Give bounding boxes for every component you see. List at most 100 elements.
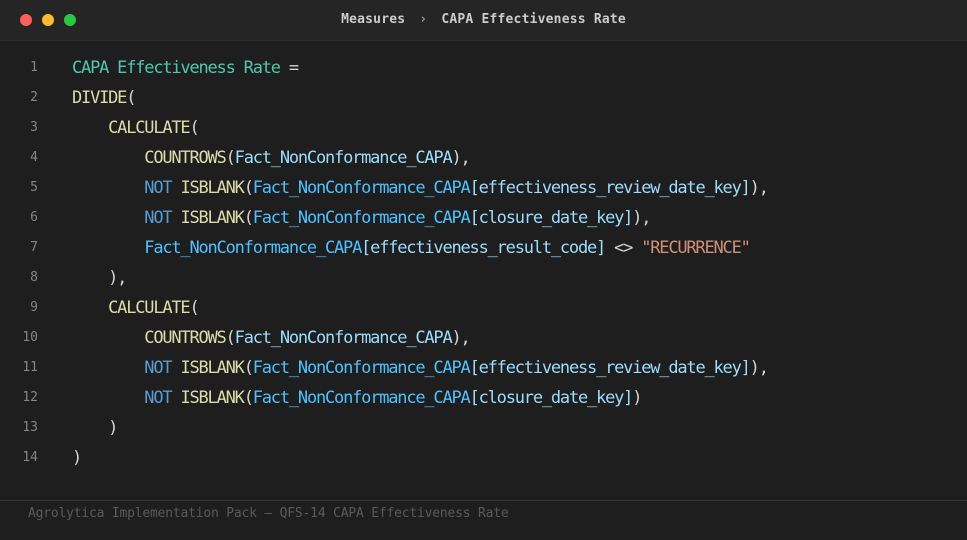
code-token: (: [243, 208, 254, 228]
code-token: ISBLANK: [180, 208, 244, 228]
code-text: CAPA Effectiveness Rate =: [72, 53, 299, 83]
code-token: ISBLANK: [180, 388, 244, 408]
code-token: =: [279, 58, 299, 78]
code-token: Fact_NonConformance_CAPA: [252, 358, 471, 378]
code-token: (: [189, 298, 199, 318]
code-token: <>: [605, 238, 642, 258]
line-number: 7: [30, 240, 38, 255]
code-token: [effectiveness_review_date_key]: [469, 178, 751, 198]
code-line[interactable]: 14): [0, 443, 967, 473]
code-token: (: [243, 358, 254, 378]
code-text: NOT ISBLANK(Fact_NonConformance_CAPA[clo…: [72, 203, 651, 233]
code-token: [effectiveness_review_date_key]: [469, 358, 751, 378]
code-token: (: [243, 388, 254, 408]
code-token: ISBLANK: [180, 178, 244, 198]
code-token: ),: [451, 328, 471, 348]
code-editor[interactable]: 1 CAPA Effectiveness Rate = 2 DIVIDE(3 CALC…: [0, 53, 967, 483]
code-token: [closure_date_key]: [469, 388, 634, 408]
code-token: (: [243, 178, 254, 198]
line-number: 6: [30, 210, 38, 225]
line-number: 3: [30, 120, 38, 135]
line-number: 12: [22, 390, 38, 405]
line-number: 9: [30, 300, 38, 315]
code-token: ): [72, 448, 82, 468]
code-token: ISBLANK: [180, 358, 244, 378]
code-text: NOT ISBLANK(Fact_NonConformance_CAPA[eff…: [72, 173, 769, 203]
line-number: 5: [30, 180, 38, 195]
code-text: ),: [72, 263, 127, 293]
code-token: NOT: [144, 388, 172, 408]
code-text: NOT ISBLANK(Fact_NonConformance_CAPA[eff…: [72, 353, 769, 383]
code-line[interactable]: 10 COUNTROWS(Fact_NonConformance_CAPA),: [0, 323, 967, 353]
code-token: COUNTROWS: [144, 148, 227, 168]
code-token: CALCULATE: [108, 118, 191, 138]
code-token: Fact_NonConformance_CAPA: [234, 328, 453, 348]
code-line[interactable]: 1 CAPA Effectiveness Rate =: [0, 53, 967, 83]
footer: Agrolytica Implementation Pack — QFS-14 …: [0, 500, 967, 540]
code-line[interactable]: 7 Fact_NonConformance_CAPA[effectiveness…: [0, 233, 967, 263]
code-line[interactable]: 2 DIVIDE(: [0, 83, 967, 113]
code-token: DIVIDE: [72, 88, 127, 108]
code-token: [closure_date_key]: [469, 208, 634, 228]
code-text: NOT ISBLANK(Fact_NonConformance_CAPA[clo…: [72, 383, 642, 413]
breadcrumb: Measures › CAPA Effectiveness Rate: [0, 0, 967, 40]
code-line[interactable]: 4 COUNTROWS(Fact_NonConformance_CAPA),: [0, 143, 967, 173]
line-number: 10: [22, 330, 38, 345]
code-token: Fact_NonConformance_CAPA: [252, 178, 471, 198]
code-line[interactable]: 6 NOT ISBLANK(Fact_NonConformance_CAPA[c…: [0, 203, 967, 233]
line-number: 4: [30, 150, 38, 165]
code-line[interactable]: 8 ),: [0, 263, 967, 293]
code-token: Fact_NonConformance_CAPA: [234, 148, 453, 168]
title-bar: Measures › CAPA Effectiveness Rate: [0, 0, 967, 41]
code-text: ): [72, 413, 118, 443]
breadcrumb-parent[interactable]: Measures: [341, 12, 405, 27]
code-token: ),: [451, 148, 471, 168]
code-token: ),: [72, 268, 127, 288]
code-token: Fact_NonConformance_CAPA: [252, 208, 471, 228]
code-text: COUNTROWS(Fact_NonConformance_CAPA),: [72, 323, 471, 353]
code-line[interactable]: 12 NOT ISBLANK(Fact_NonConformance_CAPA[…: [0, 383, 967, 413]
line-number: 13: [22, 420, 38, 435]
code-line[interactable]: 3 CALCULATE(: [0, 113, 967, 143]
code-token: (: [189, 118, 199, 138]
code-token: ),: [749, 178, 769, 198]
line-number: 8: [30, 270, 38, 285]
code-text: COUNTROWS(Fact_NonConformance_CAPA),: [72, 143, 471, 173]
code-window: Measures › CAPA Effectiveness Rate 1 CAPA E…: [0, 0, 967, 540]
line-number: 1: [30, 60, 38, 75]
code-line[interactable]: 13 ): [0, 413, 967, 443]
code-text: ): [72, 443, 82, 473]
code-token: NOT: [144, 178, 172, 198]
code-token: (: [126, 88, 136, 108]
breadcrumb-separator-icon: ›: [419, 12, 428, 27]
code-token: ),: [632, 208, 651, 228]
code-token: [effectiveness_result_code]: [361, 238, 606, 258]
code-token: ): [72, 418, 118, 438]
code-text: Fact_NonConformance_CAPA[effectiveness_r…: [72, 233, 751, 263]
line-number: 11: [22, 360, 38, 375]
footer-caption: Agrolytica Implementation Pack — QFS-14 …: [28, 506, 509, 521]
code-token: COUNTROWS: [144, 328, 227, 348]
line-number: 2: [30, 90, 38, 105]
code-token: Fact_NonConformance_CAPA: [144, 238, 362, 258]
code-line[interactable]: 11 NOT ISBLANK(Fact_NonConformance_CAPA[…: [0, 353, 967, 383]
code-token: Fact_NonConformance_CAPA: [252, 388, 471, 408]
code-token: NOT: [144, 358, 172, 378]
code-token: ),: [749, 358, 769, 378]
code-token: "RECURRENCE": [641, 238, 751, 258]
code-line[interactable]: 5 NOT ISBLANK(Fact_NonConformance_CAPA[e…: [0, 173, 967, 203]
code-token: (: [225, 148, 236, 168]
code-text: CALCULATE(: [72, 113, 200, 143]
code-token: CAPA Effectiveness Rate: [72, 58, 281, 78]
code-token: (: [225, 328, 236, 348]
code-line[interactable]: 9 CALCULATE(: [0, 293, 967, 323]
code-token: NOT: [144, 208, 172, 228]
